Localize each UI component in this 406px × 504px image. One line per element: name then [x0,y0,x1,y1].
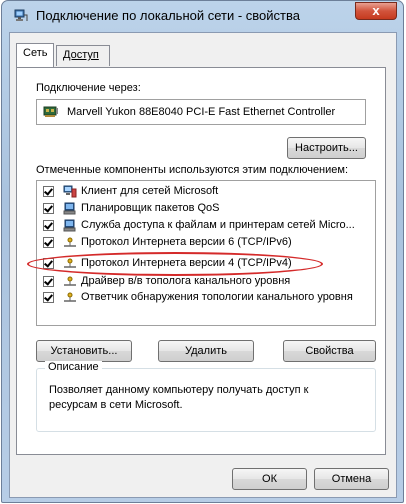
list-item[interactable]: Протокол Интернета версии 4 (TCP/IPv4) [41,256,373,272]
service-icon [63,219,77,232]
ok-button[interactable]: ОК [232,468,307,490]
protocol-icon [63,257,77,270]
list-item[interactable]: Служба доступа к файлам и принтерам сете… [41,218,373,234]
service-icon [63,202,77,215]
remove-button[interactable]: Удалить [158,340,254,362]
component-label: Протокол Интернета версии 4 (TCP/IPv4) [81,257,292,269]
component-label: Ответчик обнаружения топологии канальног… [81,291,353,303]
component-checkbox[interactable] [43,276,54,287]
component-label: Планировщик пакетов QoS [81,202,220,214]
network-client-icon [63,185,77,198]
window-title: Подключение по локальной сети - свойства [36,8,300,23]
component-checkbox[interactable] [43,186,54,197]
list-item[interactable]: Протокол Интернета версии 6 (TCP/IPv6) [41,235,373,251]
component-label: Служба доступа к файлам и принтерам сете… [81,219,355,231]
component-checkbox[interactable] [43,220,54,231]
close-button[interactable]: x [355,2,397,20]
adapter-name: Marvell Yukon 88E8040 PCI-E Fast Etherne… [67,106,336,118]
list-item[interactable]: Планировщик пакетов QoS [41,201,373,217]
component-label: Клиент для сетей Microsoft [81,185,219,197]
component-checkbox[interactable] [43,203,54,214]
component-label: Протокол Интернета версии 6 (TCP/IPv6) [81,236,292,248]
network-connection-icon [14,9,28,23]
component-checkbox[interactable] [43,237,54,248]
description-text: Позволяет данному компьютеру получать до… [49,384,309,411]
component-checkbox[interactable] [43,292,54,303]
configure-button[interactable]: Настроить... [287,137,366,159]
protocol-icon [63,291,77,304]
adapter-field: Marvell Yukon 88E8040 PCI-E Fast Etherne… [36,99,366,125]
network-adapter-icon [43,105,59,119]
tab-sharing-label: Доступ [63,49,99,61]
connect-using-label: Подключение через: [36,82,141,94]
component-checkbox[interactable] [43,258,54,269]
title-bar[interactable]: Подключение по локальной сети - свойства… [2,1,403,31]
components-label: Отмеченные компоненты используются этим … [36,164,349,176]
tab-network[interactable]: Сеть [16,43,54,67]
protocol-icon [63,236,77,249]
components-list[interactable]: Клиент для сетей Microsoft Планировщик п… [36,180,376,326]
install-button[interactable]: Установить... [36,340,132,362]
list-item[interactable]: Клиент для сетей Microsoft [41,184,373,200]
list-item[interactable]: Ответчик обнаружения топологии канальног… [41,290,373,306]
component-label: Драйвер в/в тополога канального уровня [81,275,291,287]
description-group: Описание Позволяет данному компьютеру по… [36,361,376,432]
properties-button[interactable]: Свойства [283,340,376,362]
description-legend: Описание [45,361,102,373]
tab-sharing[interactable]: Доступ [56,45,110,66]
cancel-button[interactable]: Отмена [314,468,389,490]
list-item[interactable]: Драйвер в/в тополога канального уровня [41,274,373,290]
protocol-icon [63,275,77,288]
